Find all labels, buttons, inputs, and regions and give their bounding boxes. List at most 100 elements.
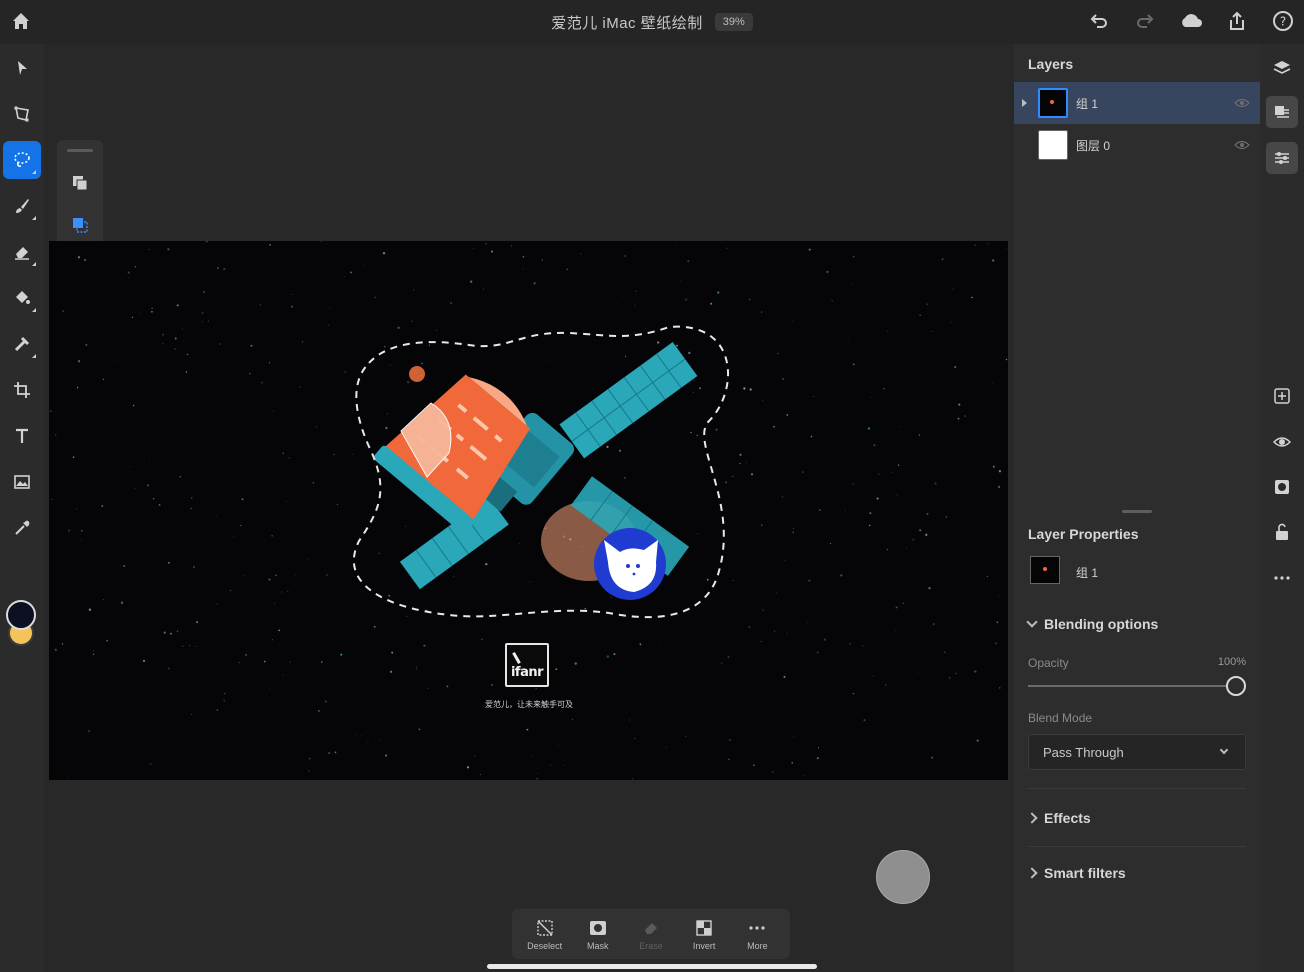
ifanr-logo: ifanr <box>505 643 549 687</box>
brush-icon[interactable] <box>3 187 41 225</box>
invert-button[interactable]: Invert <box>679 911 729 957</box>
transform-icon[interactable] <box>3 95 41 133</box>
blending-options-toggle[interactable]: Blending options <box>1026 616 1159 632</box>
deselect-label: Deselect <box>527 940 563 951</box>
layer-thumbnail <box>1038 88 1068 118</box>
image-icon[interactable] <box>3 463 41 501</box>
top-actions: ? <box>1086 8 1296 34</box>
visibility-icon[interactable] <box>1234 95 1250 111</box>
mask-icon[interactable] <box>1266 471 1298 503</box>
properties-layer-name: 组 1 <box>1076 566 1099 580</box>
more-label: More <box>747 940 768 951</box>
touch-modifier-button[interactable] <box>876 850 930 904</box>
layer-name: 图层 0 <box>1076 139 1111 153</box>
avatar[interactable] <box>594 528 666 600</box>
healing-icon[interactable] <box>3 325 41 363</box>
tool-bar <box>0 44 44 972</box>
smart-filters-toggle[interactable]: Smart filters <box>1026 865 1126 881</box>
visibility-icon[interactable] <box>1234 137 1250 153</box>
tagline: 爱范儿，让未来触手可及 <box>485 700 573 709</box>
deselect-button[interactable]: Deselect <box>520 911 570 957</box>
svg-text:?: ? <box>1280 15 1286 29</box>
opacity-slider-handle[interactable] <box>1226 676 1246 696</box>
chevron-down-icon <box>1026 616 1038 628</box>
logo-word: ifanr <box>510 665 544 680</box>
panel-icon-rail <box>1260 44 1304 972</box>
mask-button[interactable]: Mask <box>573 911 623 957</box>
effects-toggle[interactable]: Effects <box>1026 810 1091 826</box>
layers-title: Layers <box>1028 56 1074 72</box>
tool-options-indicator <box>32 170 36 174</box>
layer-thumbnail <box>1038 130 1068 160</box>
divider <box>1028 788 1246 789</box>
layers-stack-icon[interactable] <box>1266 52 1298 84</box>
tool-options-indicator <box>32 308 36 312</box>
redo-icon[interactable] <box>1132 8 1158 34</box>
chevron-right-icon <box>1026 867 1038 879</box>
layer-row-group[interactable]: 组 1 <box>1014 82 1260 124</box>
more-button[interactable]: More <box>732 911 782 957</box>
layer-properties-title: Layer Properties <box>1028 526 1139 542</box>
blend-mode-value: Pass Through <box>1043 745 1124 760</box>
effects-label: Effects <box>1044 810 1091 826</box>
blend-mode-select[interactable]: Pass Through <box>1028 734 1246 770</box>
erase-label: Erase <box>639 940 663 951</box>
logo-mark <box>512 652 521 664</box>
layer-name: 组 1 <box>1076 97 1099 111</box>
contextual-task-bar: Deselect Mask Erase Invert More <box>512 909 790 959</box>
opacity-value[interactable]: 100% <box>1218 656 1246 668</box>
expand-group-icon[interactable] <box>1022 99 1027 107</box>
deselect-icon <box>536 919 553 936</box>
more-icon[interactable] <box>1266 562 1298 594</box>
eraser-icon[interactable] <box>3 233 41 271</box>
share-icon[interactable] <box>1224 8 1250 34</box>
layer-row-background[interactable]: 图层 0 <box>1014 124 1260 166</box>
home-icon[interactable] <box>10 10 32 32</box>
undo-icon[interactable] <box>1086 8 1112 34</box>
tool-options-indicator <box>32 216 36 220</box>
document-title[interactable]: 爱范儿 iMac 壁纸绘制 <box>551 12 703 33</box>
lasso-icon[interactable] <box>3 141 41 179</box>
layers-panel: Layers 组 1 图层 0 Layer Properties 组 1 Ble… <box>1014 44 1260 972</box>
blend-mode-label: Blend Mode <box>1028 711 1093 725</box>
select-icon[interactable] <box>3 49 41 87</box>
chevron-down-icon <box>1219 745 1229 755</box>
subtract-selection-icon[interactable] <box>65 210 95 240</box>
layer-properties-icon[interactable] <box>1266 96 1298 128</box>
divider <box>1028 846 1246 847</box>
help-icon[interactable]: ? <box>1270 8 1296 34</box>
eyedropper-icon[interactable] <box>3 509 41 547</box>
opacity-slider-track[interactable] <box>1028 685 1236 687</box>
tool-options-indicator <box>32 262 36 266</box>
lock-icon[interactable] <box>1266 516 1298 548</box>
fill-icon[interactable] <box>3 279 41 317</box>
chevron-right-icon <box>1026 812 1038 824</box>
eye-icon[interactable] <box>1266 426 1298 458</box>
artboard[interactable]: ifanr 爱范儿，让未来触手可及 <box>49 241 1008 780</box>
home-indicator[interactable] <box>487 964 817 969</box>
crop-icon[interactable] <box>3 371 41 409</box>
cloud-icon[interactable] <box>1178 8 1204 34</box>
panel-resize-handle[interactable] <box>1122 510 1152 513</box>
add-selection-icon[interactable] <box>65 168 95 198</box>
eraser-icon <box>644 922 657 934</box>
smart-filters-label: Smart filters <box>1044 865 1126 881</box>
invert-label: Invert <box>692 940 716 951</box>
add-layer-icon[interactable] <box>1266 380 1298 412</box>
invert-icon <box>696 919 712 936</box>
drag-handle[interactable] <box>67 149 93 152</box>
mask-icon <box>589 920 606 935</box>
top-bar: 爱范儿 iMac 壁纸绘制 39% ? <box>0 0 1304 44</box>
erase-button[interactable]: Erase <box>626 911 676 957</box>
foreground-color-swatch[interactable] <box>6 600 36 630</box>
app-window: 爱范儿 iMac 壁纸绘制 39% ? ifanr 爱范儿，让未来触手可及 De… <box>0 0 1304 972</box>
type-icon[interactable] <box>3 417 41 455</box>
mask-label: Mask <box>587 940 609 951</box>
properties-layer-thumbnail <box>1030 556 1060 584</box>
adjustments-icon[interactable] <box>1266 142 1298 174</box>
more-icon <box>749 925 765 930</box>
blending-options-label: Blending options <box>1044 616 1159 632</box>
opacity-label: Opacity <box>1028 656 1069 670</box>
zoom-level[interactable]: 39% <box>714 13 753 31</box>
tool-options-indicator <box>32 354 36 358</box>
